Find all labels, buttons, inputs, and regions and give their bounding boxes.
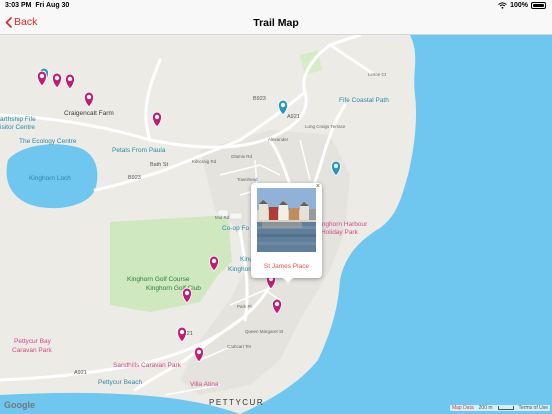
scale-bar [497, 406, 514, 410]
map-pin-icon[interactable] [177, 326, 187, 343]
map-pin-icon[interactable] [272, 298, 282, 315]
popup-caption[interactable]: St James Place [251, 263, 322, 270]
map-pin-icon[interactable] [65, 73, 75, 90]
map-pin-icon[interactable] [52, 72, 62, 89]
map-pin-icon[interactable] [331, 160, 341, 177]
status-date: Fri Aug 30 [35, 2, 70, 9]
status-time: 3:03 PM [5, 2, 32, 9]
map-pin-icon[interactable] [84, 91, 94, 108]
status-time-date: 3:03 PM Fri Aug 30 [5, 2, 69, 9]
scale-label: 200 m [478, 405, 493, 411]
map-attribution: Map Data 200 m Terms of Use [449, 405, 550, 411]
popup-tail [283, 278, 293, 283]
map-view[interactable]: Craigencalt Farm arthship Fife isitor Ce… [0, 35, 552, 414]
map-pin-icon[interactable] [194, 346, 204, 363]
map-pin-icon[interactable] [182, 287, 192, 304]
terms-link[interactable]: Terms of Use [519, 405, 548, 411]
location-popup[interactable]: × St James Place [251, 183, 322, 283]
location-photo [257, 188, 316, 252]
google-logo: Google [4, 400, 35, 410]
battery-icon [531, 2, 546, 9]
map-pin-icon[interactable] [278, 99, 288, 116]
status-bar: 3:03 PM Fri Aug 30 100% [0, 0, 552, 12]
map-data-link[interactable]: Map Data [452, 405, 474, 411]
wifi-icon [498, 2, 507, 9]
status-right: 100% [498, 2, 546, 9]
map-pin-icon[interactable] [209, 255, 219, 272]
battery-percent: 100% [510, 2, 528, 9]
map-pin-icon[interactable] [37, 70, 47, 87]
navigation-bar: Back Trail Map [0, 12, 552, 35]
map-pin-icon[interactable] [152, 111, 162, 128]
close-icon[interactable]: × [316, 183, 320, 190]
page-title: Trail Map [253, 17, 299, 29]
